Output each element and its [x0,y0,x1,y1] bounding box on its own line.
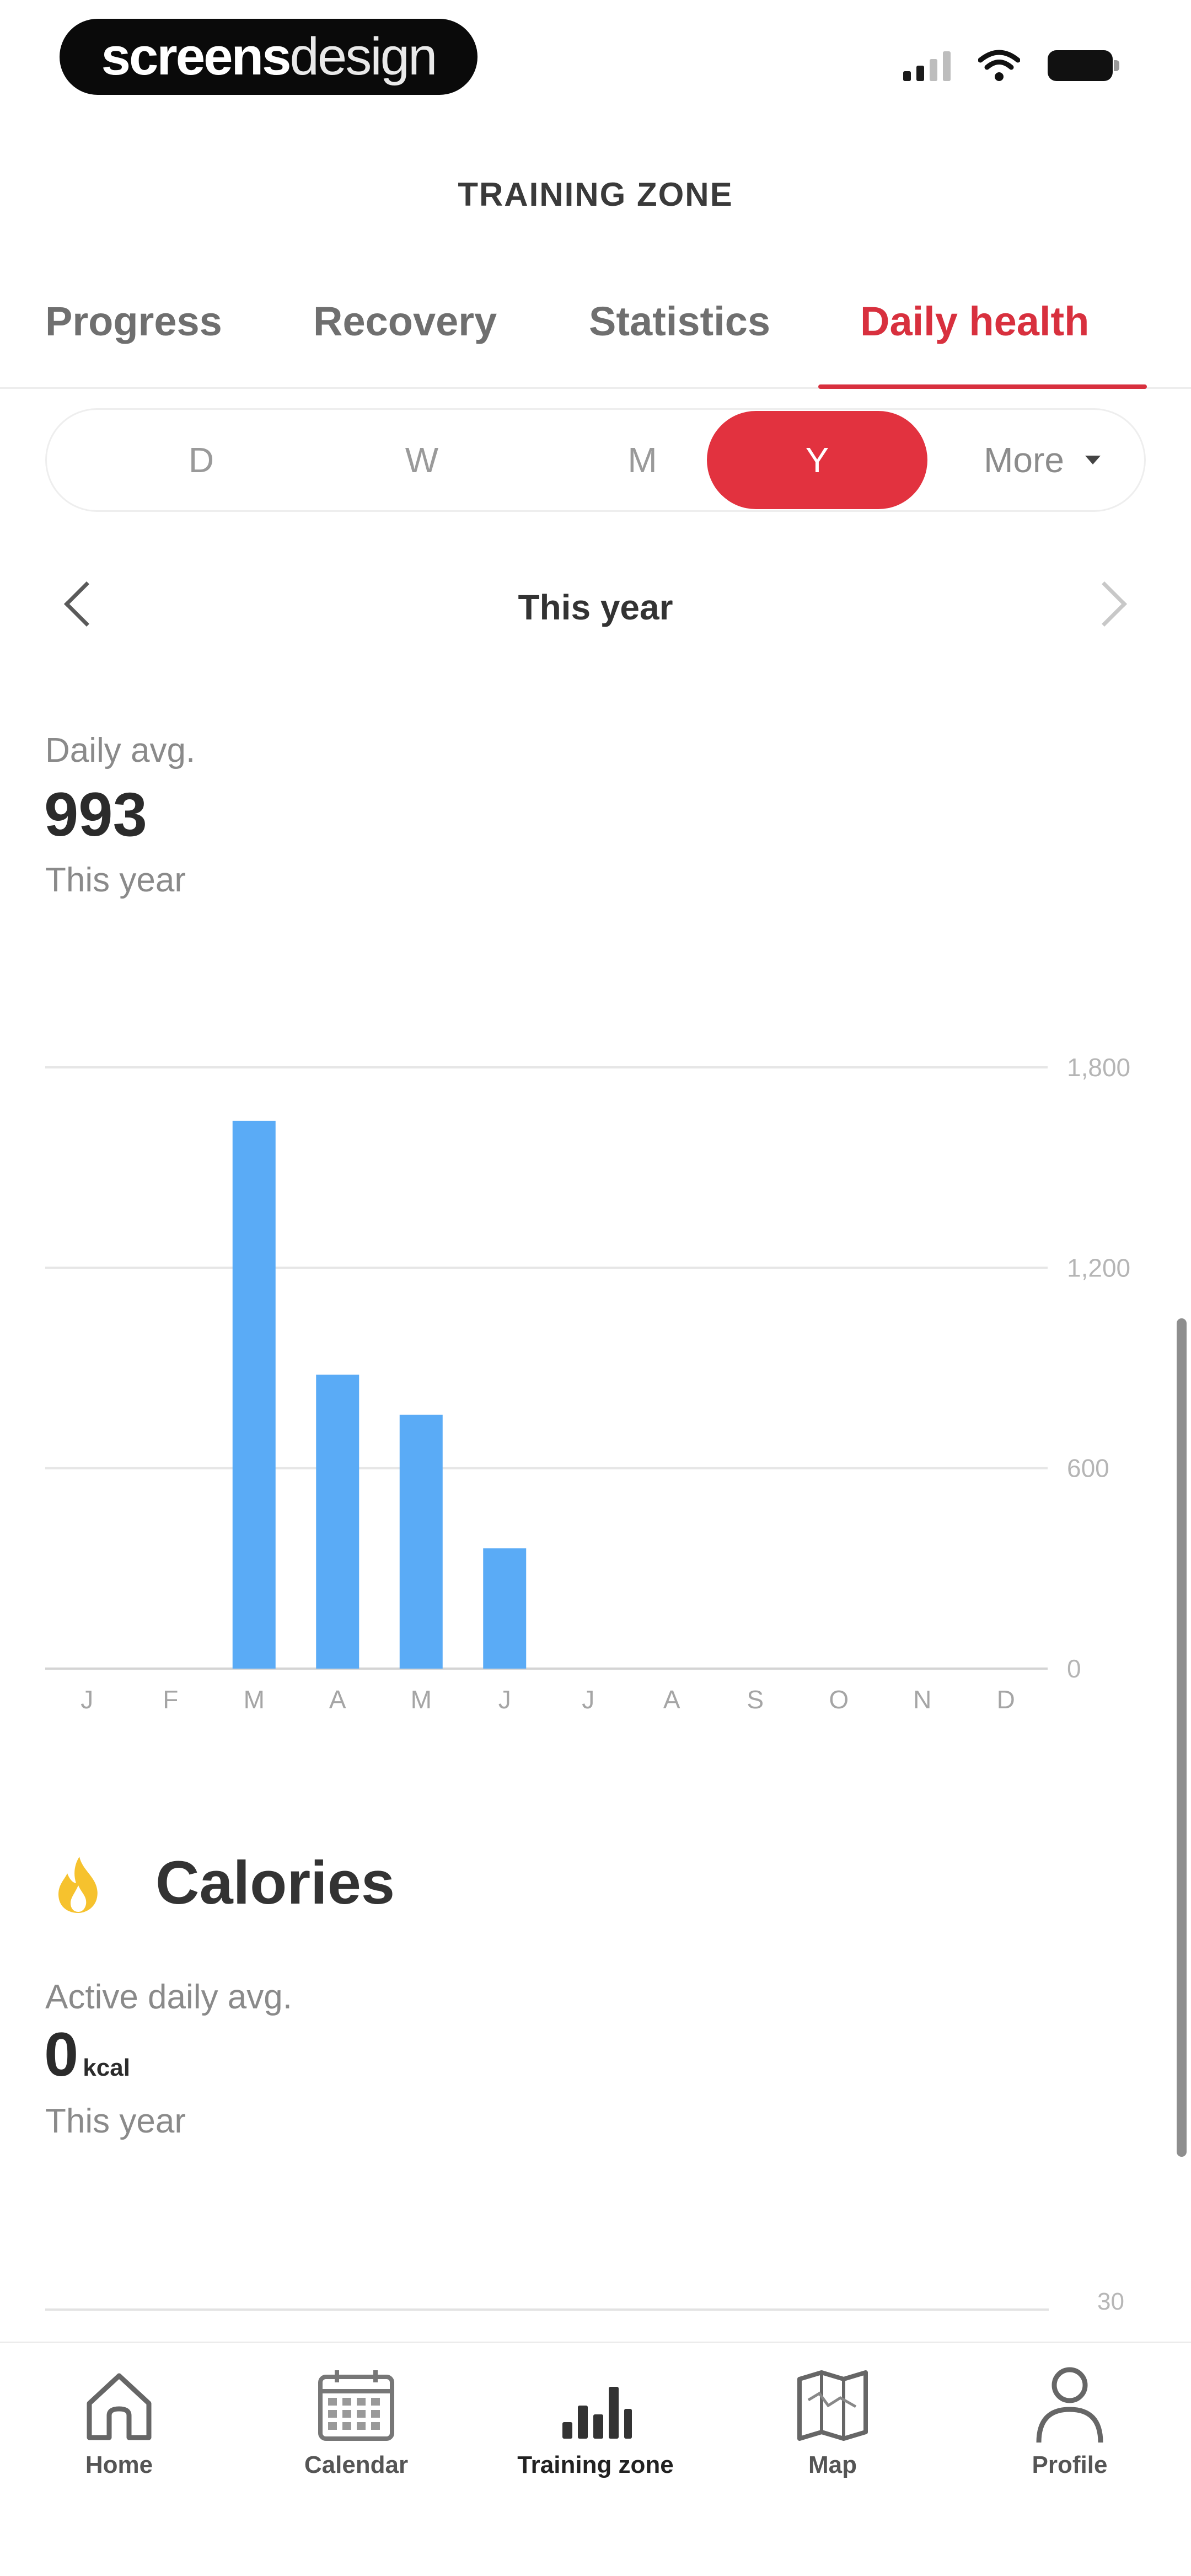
y-tick-label: 1,800 [1067,1053,1130,1082]
period-week-label: W [405,440,439,480]
x-tick-label: J [81,1685,93,1714]
nav-map[interactable]: Map [733,2364,932,2479]
nav-home-label: Home [85,2451,153,2478]
scrollbar[interactable] [1177,1318,1187,2157]
x-tick-label: M [411,1685,432,1714]
period-more-dropdown[interactable]: More [940,410,1144,510]
nav-training-zone[interactable]: Training zone [496,2364,695,2479]
period-week[interactable]: W [312,410,532,510]
caret-down-icon [1085,456,1101,464]
x-tick-label: M [244,1685,265,1714]
x-tick-label: O [829,1685,849,1714]
x-tick-label: A [663,1685,680,1714]
signal-icon [903,50,951,81]
tab-progress[interactable]: Progress [45,298,222,345]
y-tick-label: 0 [1067,1654,1081,1683]
period-month-label: M [627,440,657,480]
date-navigator: This year [0,574,1191,645]
brand-logo-light: design [289,27,438,86]
calories-value-row: 0 kcal [44,2019,130,2090]
summary-label: Daily avg. [45,731,196,769]
nav-calendar[interactable]: Calendar [257,2364,455,2479]
period-year-label: Y [805,440,829,480]
calories-unit: kcal [83,2054,130,2081]
x-tick-label: F [163,1685,178,1714]
x-tick-label: J [582,1685,594,1714]
nav-profile[interactable]: Profile [970,2364,1169,2479]
status-bar: screens design [0,0,1191,127]
date-range-label: This year [518,587,673,627]
x-tick-label: A [329,1685,346,1714]
top-tabs: Progress Recovery Statistics Daily healt… [0,287,1191,389]
bar-chart-icon [562,2387,632,2439]
profile-icon [1036,2367,1103,2443]
period-year[interactable]: Y [707,411,927,509]
tab-statistics[interactable]: Statistics [589,298,770,345]
summary-value: 993 [44,780,147,849]
map-icon [797,2370,868,2441]
nav-calendar-label: Calendar [304,2451,409,2478]
calories-label: Active daily avg. [45,1978,292,2016]
battery-icon [1048,50,1119,81]
yearly-bar-chart[interactable]: 1,800 1,200 600 0 J F M A M J J A S O N D [0,1037,1191,1732]
period-selector: D W M Y More [45,408,1146,512]
period-more-label: More [984,440,1064,480]
calories-chart-gridline [45,2308,1049,2311]
period-day[interactable]: D [91,410,312,510]
calories-title: Calories [155,1849,395,1917]
calories-chart-tick: 30 [1097,2288,1124,2315]
calendar-icon [318,2370,394,2441]
nav-profile-label: Profile [1032,2451,1108,2478]
chart-bar [232,1120,276,1669]
tab-daily-health[interactable]: Daily health [860,298,1089,345]
y-tick-label: 600 [1067,1454,1109,1483]
x-tick-label: J [498,1685,511,1714]
x-tick-label: D [997,1685,1015,1714]
chart-bar [399,1414,443,1669]
brand-logo-bold: screens [101,27,292,86]
bottom-nav: Home Calendar Training zone Map Profile [0,2342,1191,2576]
home-icon [87,2373,152,2440]
chart-bar [483,1548,527,1669]
x-tick-label: S [747,1685,764,1714]
brand-logo: screens design [60,19,478,95]
active-tab-indicator [818,384,1147,389]
nav-training-zone-label: Training zone [517,2451,674,2478]
nav-home[interactable]: Home [20,2364,218,2479]
y-tick-label: 1,200 [1067,1253,1130,1282]
status-icons [903,46,1119,85]
wifi-icon [978,50,1020,81]
chart-bar [316,1375,360,1669]
period-day-label: D [188,440,214,480]
flame-icon [58,1857,98,1913]
nav-map-label: Map [808,2451,857,2478]
x-tick-label: N [913,1685,931,1714]
summary-period: This year [45,861,186,899]
calories-value: 0 [44,2020,79,2089]
calories-period: This year [45,2102,186,2140]
page-title: TRAINING ZONE [458,176,733,213]
tab-recovery[interactable]: Recovery [313,298,497,345]
